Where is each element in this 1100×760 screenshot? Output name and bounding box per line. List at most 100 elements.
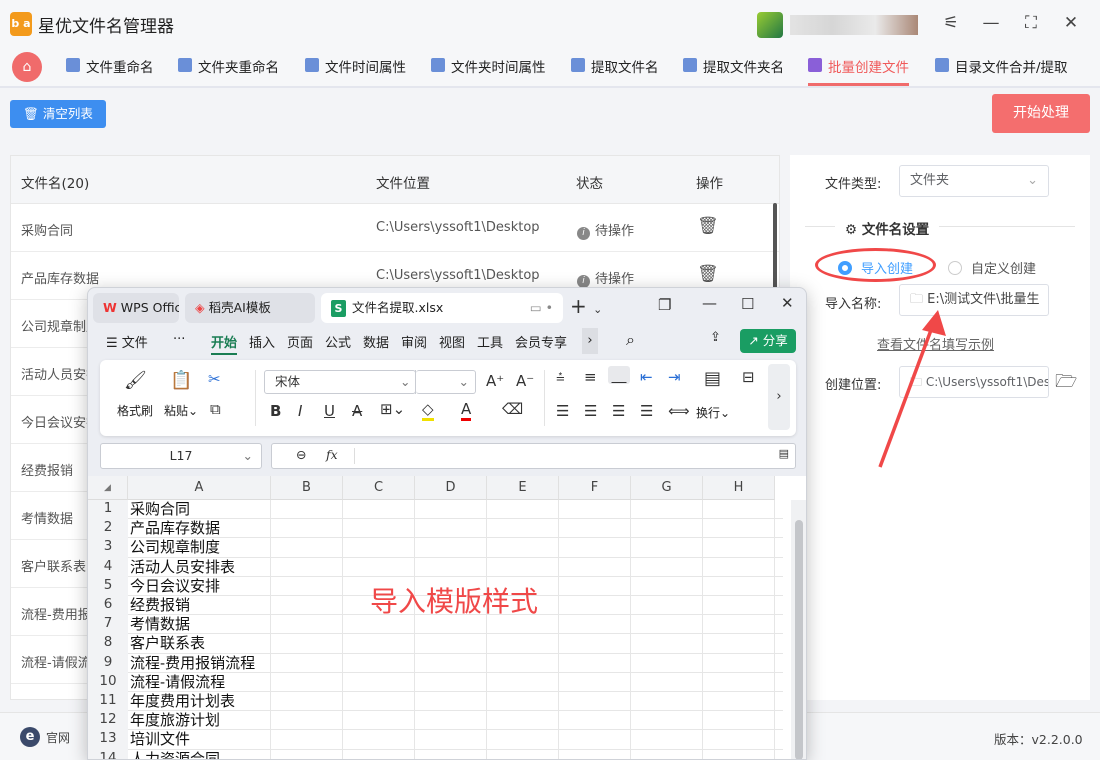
select-all-corner[interactable]: ◢: [88, 476, 128, 500]
wps-tab-sheet[interactable]: S 文件名提取.xlsx ▭ •: [321, 293, 563, 323]
wrap-button[interactable]: 换行⌄: [696, 404, 730, 421]
italic-icon[interactable]: I: [298, 402, 302, 420]
zoom-formula-icon[interactable]: ⊖: [296, 447, 306, 462]
font-size-select[interactable]: ⌄: [416, 370, 476, 394]
column-header-D[interactable]: D: [415, 476, 487, 500]
font-color-icon[interactable]: A: [461, 400, 472, 421]
cell-A14[interactable]: 人力资源合同: [128, 750, 271, 759]
distribute-icon[interactable]: ⟺: [668, 402, 690, 420]
share-button[interactable]: ↗ 分享: [740, 329, 796, 353]
tab-batch-create[interactable]: 批量创建文件: [808, 56, 909, 86]
cell-A9[interactable]: 流程-费用报销流程: [128, 654, 271, 673]
cell-A1[interactable]: 采购合同: [128, 500, 271, 520]
expand-formula-icon[interactable]: ▤: [779, 447, 789, 460]
row-header[interactable]: 13: [88, 730, 128, 750]
cell-A10[interactable]: 流程-请假流程: [128, 673, 271, 692]
start-button[interactable]: 开始处理: [992, 94, 1090, 133]
row-header[interactable]: 8: [88, 634, 128, 654]
home-button[interactable]: ⌂: [12, 52, 42, 82]
website-link[interactable]: 官网: [46, 729, 70, 746]
new-tab-icon[interactable]: + ⌄: [570, 294, 602, 318]
align-bottom-icon[interactable]: ⎽: [608, 366, 630, 384]
formula-bar[interactable]: ⊖ fx ▤: [271, 443, 796, 469]
cell-A11[interactable]: 年度费用计划表: [128, 692, 271, 712]
wrap-text-icon[interactable]: ▤: [704, 368, 721, 389]
cell-A12[interactable]: 年度旅游计划: [128, 711, 271, 731]
column-header-C[interactable]: C: [343, 476, 415, 500]
cell-A13[interactable]: 培训文件: [128, 730, 271, 750]
column-header-A[interactable]: A: [128, 476, 271, 500]
format-painter-button[interactable]: 格式刷: [117, 402, 153, 419]
cell-A8[interactable]: 客户联系表: [128, 634, 271, 654]
merge-icon[interactable]: ⊟: [742, 368, 755, 386]
strikethrough-icon[interactable]: A: [352, 402, 362, 420]
column-header-E[interactable]: E: [487, 476, 559, 500]
column-header-F[interactable]: F: [559, 476, 631, 500]
folder-open-icon[interactable]: 🗁: [1055, 369, 1077, 399]
row-header[interactable]: 9: [88, 653, 128, 673]
row-header[interactable]: 7: [88, 615, 128, 635]
tab-file-time[interactable]: 文件时间属性: [305, 56, 406, 86]
search-icon[interactable]: ⌕: [626, 330, 635, 350]
paste-button[interactable]: 粘贴⌄: [164, 402, 198, 419]
cell-A2[interactable]: 产品库存数据: [128, 519, 271, 539]
indent-icon[interactable]: ⇥: [668, 368, 681, 386]
cell-reference-box[interactable]: L17 ⌄: [100, 443, 262, 469]
file-type-select[interactable]: 文件夹 ⌄: [899, 165, 1049, 197]
ribbon-scroll-right[interactable]: ›: [768, 364, 790, 430]
row-header[interactable]: 10: [88, 672, 128, 692]
cloud-upload-icon[interactable]: ⇪: [710, 330, 721, 345]
column-header-B[interactable]: B: [271, 476, 343, 500]
align-middle-icon[interactable]: ≡: [584, 368, 597, 386]
menu-vip[interactable]: 会员专享: [515, 332, 567, 351]
font-shrink-icon[interactable]: A⁻: [516, 372, 534, 390]
row-header[interactable]: 4: [88, 557, 128, 577]
align-left-icon[interactable]: ☰: [556, 402, 569, 420]
clear-list-button[interactable]: 🗑 清空列表: [10, 100, 106, 128]
delete-icon[interactable]: 🗑: [697, 216, 719, 236]
row-header[interactable]: 12: [88, 711, 128, 731]
cell-A6[interactable]: 经费报销: [128, 596, 271, 616]
border-icon[interactable]: ⊞⌄: [380, 400, 405, 418]
row-header[interactable]: 1: [88, 500, 128, 520]
wps-maximize-button[interactable]: ☐: [741, 295, 754, 313]
font-grow-icon[interactable]: A⁺: [486, 372, 504, 390]
menu-review[interactable]: 审阅: [401, 332, 427, 351]
restore-tabs-icon[interactable]: ❐: [658, 296, 671, 314]
justify-icon[interactable]: ☰: [640, 402, 653, 420]
tab-extract-foldername[interactable]: 提取文件夹名: [683, 56, 784, 86]
menu-insert[interactable]: 插入: [249, 332, 275, 351]
cut-icon[interactable]: ✂: [208, 370, 221, 388]
column-header-H[interactable]: H: [703, 476, 775, 500]
row-header[interactable]: 14: [88, 749, 128, 759]
cell-A3[interactable]: 公司规章制度: [128, 538, 271, 558]
copy-icon[interactable]: ⧉: [210, 400, 221, 418]
outdent-icon[interactable]: ⇤: [640, 368, 653, 386]
row-header[interactable]: 5: [88, 576, 128, 596]
menu-tools[interactable]: 工具: [477, 332, 503, 351]
fill-color-icon[interactable]: ◇: [422, 400, 434, 421]
close-button[interactable]: ✕: [1058, 10, 1084, 36]
maximize-button[interactable]: ⛶: [1018, 10, 1044, 36]
tab-merge-extract[interactable]: 目录文件合并/提取: [935, 56, 1068, 86]
row-header[interactable]: 2: [88, 519, 128, 539]
wps-tab-docer[interactable]: ◈ 稻壳AI模板: [185, 293, 315, 323]
menu-data[interactable]: 数据: [363, 332, 389, 351]
wps-minimize-button[interactable]: —: [702, 294, 717, 312]
underline-icon[interactable]: U: [324, 402, 335, 420]
bold-icon[interactable]: B: [270, 402, 281, 420]
align-top-icon[interactable]: ⩮: [556, 368, 565, 386]
tab-folder-time[interactable]: 文件夹时间属性: [431, 56, 546, 86]
browser-icon[interactable]: e: [20, 727, 40, 747]
cell-A7[interactable]: 考情数据: [128, 615, 271, 635]
cell-A5[interactable]: 今日会议安排: [128, 577, 271, 596]
menu-home[interactable]: 开始: [211, 332, 238, 355]
menu-formula[interactable]: 公式: [325, 332, 351, 351]
menu-view[interactable]: 视图: [439, 332, 465, 351]
tab-extract-filename[interactable]: 提取文件名: [571, 56, 659, 86]
align-center-icon[interactable]: ☰: [584, 402, 597, 420]
more-icon[interactable]: ···: [173, 332, 185, 347]
delete-icon[interactable]: 🗑: [697, 264, 719, 284]
format-painter-icon[interactable]: 🖌: [124, 370, 147, 391]
settings-icon[interactable]: ⚟: [938, 10, 964, 36]
